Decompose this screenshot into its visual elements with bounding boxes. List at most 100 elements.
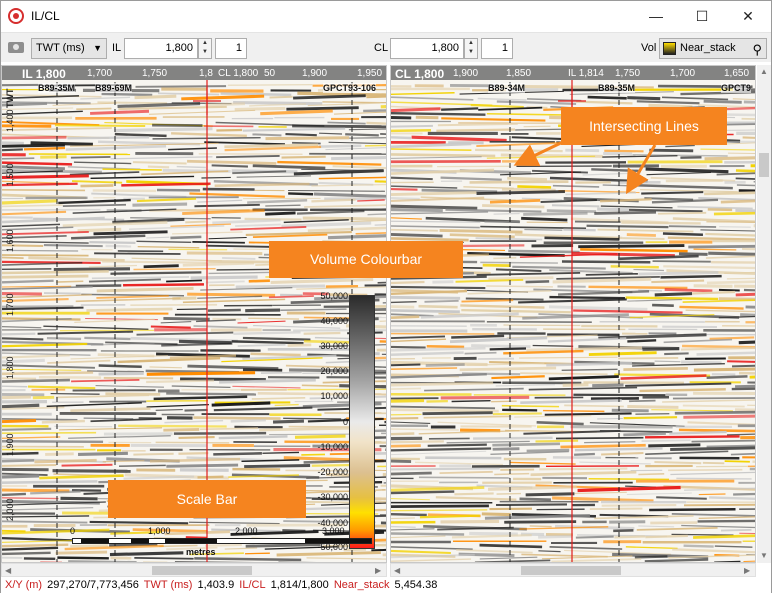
vertical-scrollbar[interactable]: ▲ ▼	[757, 65, 771, 563]
seismic-trace	[237, 320, 286, 324]
seismic-trace	[451, 399, 491, 403]
scroll-up-icon[interactable]: ▲	[760, 67, 768, 76]
cl-spinner[interactable]: ▲ ▼	[464, 38, 478, 59]
seismic-trace	[586, 224, 669, 229]
seismic-trace	[391, 398, 425, 403]
seismic-trace	[242, 368, 283, 372]
seismic-trace	[519, 356, 618, 359]
seismic-trace	[71, 234, 146, 240]
spin-up-icon[interactable]: ▲	[465, 39, 477, 48]
well-label[interactable]: GPCT93-106	[323, 83, 377, 93]
status-vol-value: 5,454.38	[394, 579, 438, 591]
scroll-right-icon[interactable]: ▶	[375, 566, 381, 575]
seismic-trace	[623, 416, 678, 420]
seismic-trace	[510, 461, 576, 465]
seismic-trace	[23, 146, 66, 151]
scroll-down-icon[interactable]: ▼	[760, 551, 768, 560]
status-twt-value: 1,403.9	[197, 579, 235, 591]
close-button[interactable]: ✕	[725, 1, 771, 31]
seismic-trace	[391, 558, 472, 562]
seismic-trace	[2, 371, 94, 376]
well-label[interactable]: GPCT9	[721, 83, 752, 93]
seismic-trace	[532, 344, 574, 347]
cl-step-input[interactable]: 1	[481, 38, 513, 59]
inline-x-tick: 1,900	[302, 68, 328, 79]
cl-input[interactable]: 1,800	[390, 38, 464, 59]
colourbar-tick: 10,000	[320, 391, 348, 401]
spin-up-icon[interactable]: ▲	[199, 39, 211, 48]
seismic-trace	[520, 372, 608, 376]
seismic-trace	[194, 203, 260, 208]
scroll-thumb[interactable]	[521, 566, 621, 575]
seismic-trace	[692, 290, 735, 295]
seismic-trace	[90, 175, 195, 179]
seismic-trace	[357, 199, 385, 202]
seismic-trace	[524, 228, 563, 231]
seismic-trace	[391, 280, 425, 285]
seismic-trace	[696, 351, 755, 356]
colourbar-tick: 0	[342, 417, 348, 427]
seismic-trace	[672, 397, 755, 400]
seismic-trace	[133, 452, 174, 456]
seismic-trace	[244, 463, 311, 469]
seismic-trace	[2, 352, 91, 356]
seismic-trace	[651, 279, 705, 284]
minimize-button[interactable]: —	[633, 1, 679, 31]
seismic-trace	[706, 375, 748, 379]
well-label[interactable]: B89-69M	[95, 83, 133, 93]
crossline-x-tick: 1,850	[506, 68, 532, 79]
seismic-trace	[574, 452, 595, 456]
seismic-trace	[627, 339, 657, 343]
crossline-horizontal-scrollbar[interactable]: ◀ ▶	[390, 563, 756, 577]
well-label[interactable]: B89-34M	[488, 83, 526, 93]
seismic-trace	[682, 404, 745, 408]
scroll-thumb[interactable]	[759, 153, 769, 177]
seismic-trace	[260, 371, 302, 374]
spin-down-icon[interactable]: ▼	[199, 48, 211, 57]
inline-horizontal-scrollbar[interactable]: ◀ ▶	[1, 563, 387, 577]
maximize-button[interactable]: ☐	[679, 1, 725, 31]
seismic-trace	[93, 230, 168, 236]
seismic-trace	[391, 346, 486, 352]
well-label[interactable]: B89-35M	[598, 83, 636, 93]
seismic-trace	[73, 161, 132, 165]
seismic-trace	[627, 299, 682, 302]
seismic-trace	[622, 237, 665, 240]
search-icon[interactable]: ⚲	[752, 40, 762, 59]
seismic-trace	[391, 447, 492, 452]
seismic-trace	[693, 248, 737, 251]
seismic-trace	[110, 271, 202, 275]
seismic-trace	[458, 244, 525, 248]
camera-icon[interactable]	[8, 42, 24, 53]
il-step-input[interactable]: 1	[215, 38, 247, 59]
scroll-right-icon[interactable]: ▶	[744, 566, 750, 575]
seismic-trace	[2, 515, 90, 518]
seismic-trace	[688, 244, 755, 249]
scroll-thumb[interactable]	[152, 566, 252, 575]
seismic-trace	[587, 95, 627, 100]
spin-down-icon[interactable]: ▼	[465, 48, 477, 57]
seismic-trace	[34, 458, 97, 464]
seismic-trace	[272, 419, 305, 424]
seismic-trace	[625, 382, 732, 387]
seismic-trace	[720, 199, 755, 204]
seismic-trace	[391, 450, 487, 456]
seismic-trace	[427, 443, 487, 447]
seismic-trace	[281, 221, 372, 228]
scroll-left-icon[interactable]: ◀	[394, 566, 400, 575]
seismic-trace	[669, 430, 727, 435]
seismic-trace	[668, 468, 743, 472]
well-label[interactable]: B89-35M	[38, 83, 76, 93]
seismic-trace	[197, 199, 243, 203]
seismic-trace	[178, 339, 232, 345]
seismic-trace	[391, 204, 478, 210]
seismic-trace	[618, 254, 699, 261]
axis-select[interactable]: TWT (ms) ▼	[31, 38, 107, 59]
il-spinner[interactable]: ▲ ▼	[198, 38, 212, 59]
colourbar-tick: 20,000	[320, 366, 348, 376]
seismic-trace	[391, 91, 455, 96]
seismic-trace	[739, 371, 755, 375]
volume-select[interactable]: Near_stack ⚲	[659, 38, 767, 59]
il-input[interactable]: 1,800	[124, 38, 198, 59]
scroll-left-icon[interactable]: ◀	[5, 566, 11, 575]
